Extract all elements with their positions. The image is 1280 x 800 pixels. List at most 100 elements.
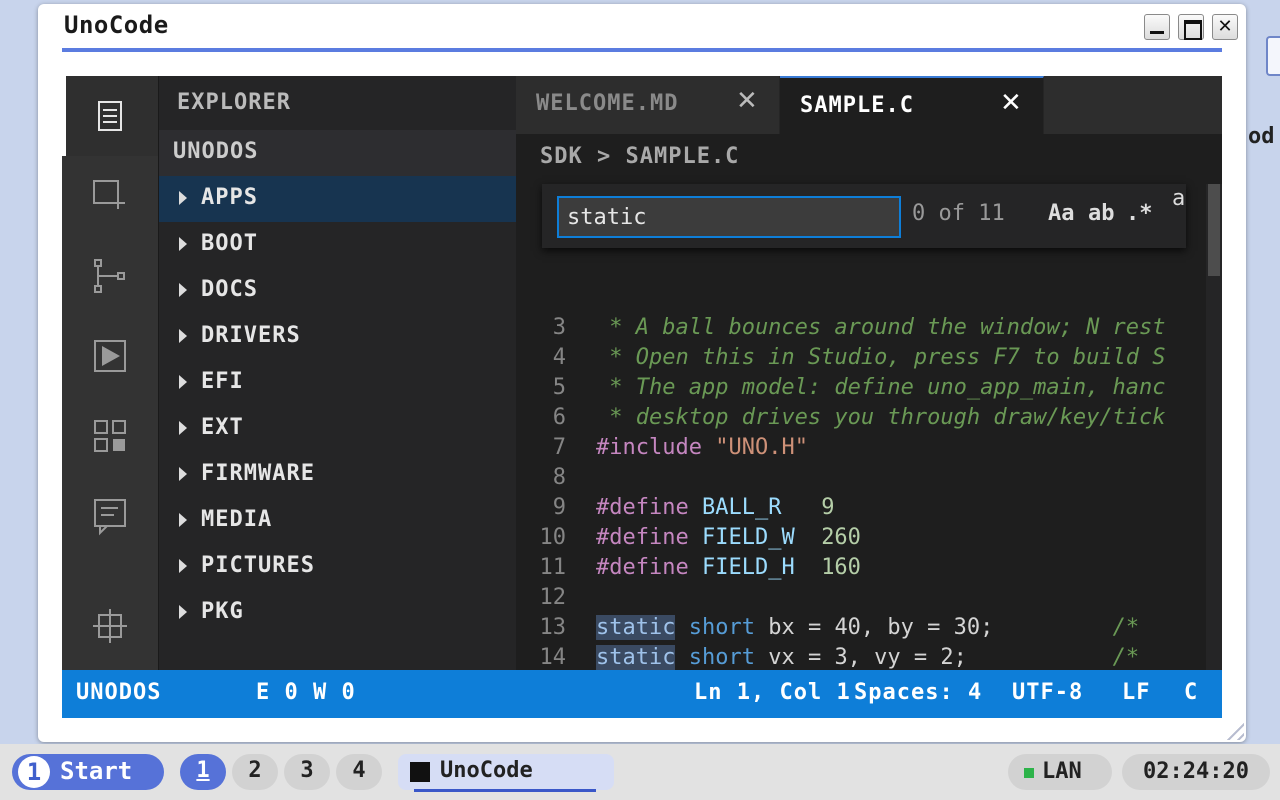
network-label: LAN (1042, 759, 1082, 784)
tree-item-label: DRIVERS (201, 323, 301, 348)
status-language[interactable]: C (1184, 680, 1198, 705)
status-encoding[interactable]: UTF-8 (1012, 680, 1083, 705)
comments-activity-button[interactable] (62, 476, 158, 556)
taskbar-app-unocode[interactable]: UnoCode (398, 754, 614, 792)
code-line[interactable]: 10 #define FIELD_W 260 (516, 525, 1206, 555)
tree-item-boot[interactable]: BOOT (159, 222, 517, 268)
code-line[interactable]: 12 (516, 585, 1206, 615)
line-text: * A ball bounces around the window; N re… (596, 315, 1165, 340)
workspace-3[interactable]: 3 (284, 754, 330, 790)
explorer-header: EXPLORER (177, 90, 291, 115)
line-text: static short bx = 40, by = 30; /* (596, 615, 1139, 640)
minimize-button[interactable] (1144, 14, 1170, 40)
code-line[interactable]: 4 * Open this in Studio, press F7 to bui… (516, 345, 1206, 375)
tree-item-label: FIRMWARE (201, 461, 315, 486)
app-window: UnoCode ✕ EXPLORER UNODOS APPS BOOT DOCS… (38, 4, 1246, 742)
close-icon[interactable]: ✕ (736, 86, 758, 116)
tree-item-label: DOCS (201, 277, 258, 302)
settings-activity-button[interactable] (62, 586, 158, 666)
title-bar[interactable]: UnoCode ✕ (38, 4, 1246, 52)
maximize-button[interactable] (1178, 14, 1204, 40)
explorer-root-label: UNODOS (173, 139, 259, 164)
vertical-scrollbar[interactable] (1206, 184, 1222, 670)
explorer-activity-button[interactable] (62, 76, 158, 156)
line-number: 13 (539, 615, 567, 640)
search-activity-button[interactable] (62, 156, 158, 236)
tree-item-label: EFI (201, 369, 244, 394)
line-number: 9 (552, 495, 566, 520)
comments-icon (94, 499, 126, 536)
code-token: * The app model: define uno_app_main, ha… (596, 375, 1166, 400)
workspace-2[interactable]: 2 (232, 754, 278, 790)
regex-toggle[interactable]: .* (1126, 201, 1153, 226)
line-number: 7 (552, 435, 566, 460)
resize-grip[interactable] (1222, 718, 1244, 740)
tab-welcome-md[interactable]: WELCOME.MD ✕ (516, 76, 780, 134)
find-input[interactable] (557, 196, 901, 238)
chevron-right-icon (179, 421, 187, 435)
chevron-right-icon (179, 283, 187, 297)
tree-item-media[interactable]: MEDIA (159, 498, 517, 544)
line-text: * Open this in Studio, press F7 to build… (596, 345, 1165, 370)
code-line[interactable]: 11 #define FIELD_H 160 (516, 555, 1206, 585)
chevron-right-icon (179, 191, 187, 205)
code-line[interactable]: 9 #define BALL_R 9 (516, 495, 1206, 525)
source-control-activity-button[interactable] (62, 236, 158, 316)
network-indicator[interactable]: LAN (1008, 754, 1112, 790)
code-token: bx = 40, by = 30; (754, 615, 994, 640)
code-token: /* (966, 645, 1140, 670)
line-number: 3 (552, 315, 566, 340)
breadcrumb[interactable]: SDK > SAMPLE.C (540, 144, 739, 169)
clock[interactable]: 02:24:20 (1122, 754, 1270, 790)
chevron-right-icon (179, 375, 187, 389)
line-text: * desktop drives you through draw/key/ti… (596, 405, 1165, 430)
tree-item-ext[interactable]: EXT (159, 406, 517, 452)
tab-sample-c[interactable]: SAMPLE.C ✕ (780, 76, 1044, 134)
status-indentation[interactable]: Spaces: 4 (854, 680, 982, 705)
start-button[interactable]: 1 Start (12, 754, 164, 790)
run-activity-button[interactable] (62, 316, 158, 396)
code-line[interactable]: 14 static short vx = 3, vy = 2; /* (516, 645, 1206, 670)
tree-item-pkg[interactable]: PKG (159, 590, 517, 636)
tree-item-pictures[interactable]: PICTURES (159, 544, 517, 590)
workspace-1[interactable]: 1 (180, 754, 226, 790)
line-text: static short vx = 3, vy = 2; /* (596, 645, 1139, 670)
code-line[interactable]: 13 static short bx = 40, by = 30; /* (516, 615, 1206, 645)
line-number: 4 (552, 345, 566, 370)
line-text: * The app model: define uno_app_main, ha… (596, 375, 1166, 400)
code-line[interactable]: 3 * A ball bounces around the window; N … (516, 315, 1206, 345)
code-line[interactable]: 6 * desktop drives you through draw/key/… (516, 405, 1206, 435)
tree-item-apps[interactable]: APPS (159, 176, 517, 222)
code-line[interactable]: 7 #include "UNO.H" (516, 435, 1206, 465)
code-line[interactable]: 8 (516, 465, 1206, 495)
scrollbar-thumb[interactable] (1208, 184, 1220, 276)
status-project[interactable]: UNODOS (76, 680, 161, 705)
status-eol[interactable]: LF (1122, 680, 1151, 705)
match-case-toggle[interactable]: Aa (1048, 201, 1075, 226)
status-cursor-position[interactable]: Ln 1, Col 1 (694, 680, 851, 705)
close-icon[interactable]: ✕ (1000, 88, 1022, 118)
line-text: #include "UNO.H" (596, 435, 808, 460)
editor-area: WELCOME.MD ✕ SAMPLE.C ✕ SDK > SAMPLE.C 3… (516, 76, 1222, 670)
extensions-activity-button[interactable] (62, 396, 158, 476)
status-problems[interactable]: E 0 W 0 (256, 680, 356, 705)
code-line[interactable]: 5 * The app model: define uno_app_main, … (516, 375, 1206, 405)
tree-item-efi[interactable]: EFI (159, 360, 517, 406)
explorer-root[interactable]: UNODOS (159, 130, 517, 176)
activity-bar (62, 76, 158, 670)
tree-item-drivers[interactable]: DRIVERS (159, 314, 517, 360)
window-title: UnoCode (64, 11, 169, 39)
code-token: /* (993, 615, 1140, 640)
desktop-icon[interactable]: od (1248, 30, 1280, 149)
search-match: static (596, 615, 676, 640)
tree-item-label: APPS (201, 185, 258, 210)
tree-item-firmware[interactable]: FIRMWARE (159, 452, 517, 498)
close-button[interactable]: ✕ (1212, 14, 1238, 40)
chevron-right-icon (179, 329, 187, 343)
workspace-4[interactable]: 4 (336, 754, 382, 790)
tree-item-label: EXT (201, 415, 244, 440)
whole-word-toggle[interactable]: ab (1088, 201, 1115, 226)
tree-item-docs[interactable]: DOCS (159, 268, 517, 314)
